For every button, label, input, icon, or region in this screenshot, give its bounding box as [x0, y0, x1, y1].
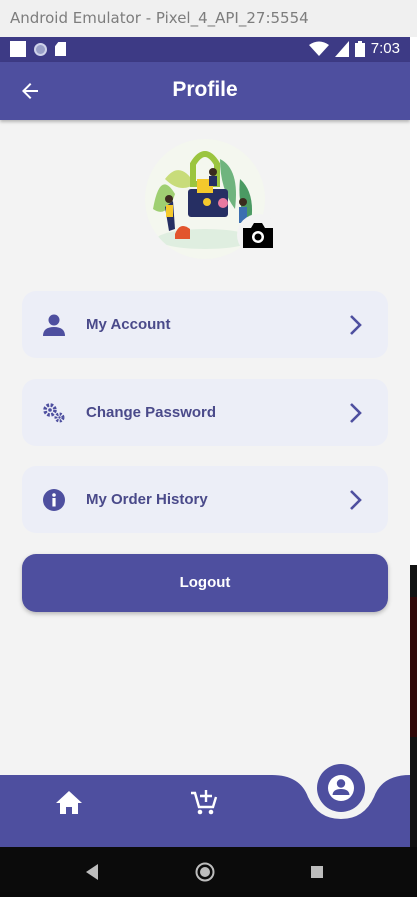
menu-item-label: Change Password [86, 404, 217, 421]
cart-add-icon[interactable] [190, 788, 218, 816]
status-time: 7:03 [370, 40, 400, 57]
menu-item-label: My Account [86, 316, 171, 333]
person-icon [43, 314, 65, 336]
chevron-right-icon [350, 314, 362, 335]
app-bar: Profile [0, 62, 410, 120]
menu-item-order-history[interactable]: My Order History [22, 466, 388, 533]
sd-card-icon [55, 42, 66, 56]
camera-icon [243, 223, 273, 248]
chevron-right-icon [350, 402, 362, 423]
profile-nav-button[interactable] [317, 764, 365, 812]
menu-item-change-password[interactable]: Change Password [22, 379, 388, 446]
logout-button[interactable]: Logout [22, 554, 388, 612]
menu-item-label: My Order History [86, 491, 208, 508]
profile-icon [328, 775, 354, 801]
android-nav-bar [0, 847, 417, 892]
chevron-right-icon [350, 489, 362, 510]
gears-icon [43, 402, 65, 422]
notification-square-icon [10, 41, 26, 57]
emulator-window-title: Android Emulator - Pixel_4_API_27:5554 [0, 0, 417, 37]
page-title: Profile [172, 78, 238, 101]
emulator-side-strip [410, 37, 417, 847]
status-bar: 7:03 [0, 37, 410, 62]
back-nav-icon[interactable] [86, 864, 98, 880]
home-icon[interactable] [55, 788, 83, 816]
phone-screen: 7:03 Profile My Account Change Password … [0, 37, 410, 847]
wifi-icon [308, 41, 329, 56]
recents-nav-icon[interactable] [311, 866, 323, 878]
notification-circle-icon [34, 42, 47, 56]
menu-item-my-account[interactable]: My Account [22, 291, 388, 358]
battery-icon [354, 40, 365, 57]
signal-icon [334, 40, 349, 57]
change-photo-button[interactable] [237, 214, 279, 256]
info-icon [43, 488, 65, 511]
